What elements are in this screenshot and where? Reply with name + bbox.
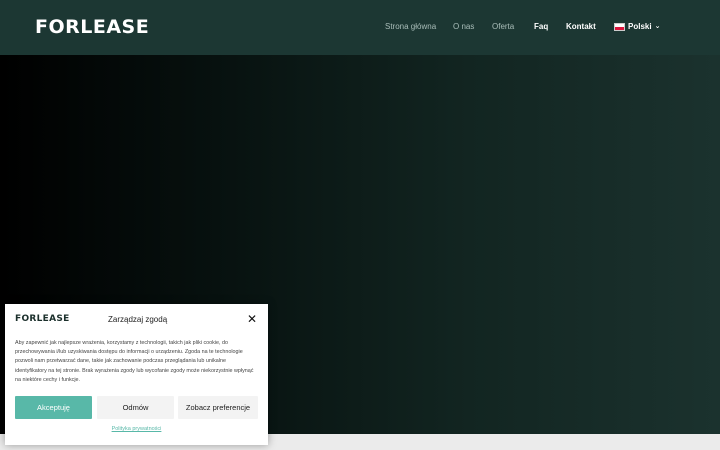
accept-button[interactable]: Akceptuję [15, 396, 92, 419]
close-icon[interactable]: ✕ [246, 313, 258, 325]
nav-item-about[interactable]: O nas [453, 20, 474, 34]
cookie-consent-dialog: FORLEASE Zarządzaj zgodą ✕ Aby zapewnić … [5, 304, 268, 445]
nav-item-faq[interactable]: Faq [534, 20, 548, 34]
consent-message: Aby zapewnić jak najlepsze wrażenia, kor… [15, 340, 254, 383]
main-nav: Strona główna O nas Oferta Faq Kontakt P… [0, 0, 720, 55]
nav-item-home[interactable]: Strona główna [385, 20, 436, 34]
language-switcher[interactable]: Polski ⌄ [614, 20, 660, 34]
consent-logo: FORLEASE [15, 314, 70, 324]
preferences-button[interactable]: Zobacz preferencje [178, 396, 258, 419]
nav-item-contact[interactable]: Kontakt [566, 20, 596, 34]
site-header: FORLEASE Strona główna O nas Oferta Faq … [0, 0, 720, 55]
language-label: Polski [628, 22, 652, 31]
chevron-down-icon: ⌄ [654, 23, 661, 30]
poland-flag-icon [614, 23, 625, 31]
consent-title: Zarządzaj zgodą [108, 315, 168, 324]
deny-button[interactable]: Odmów [97, 396, 174, 419]
nav-item-offer[interactable]: Oferta [492, 20, 514, 34]
privacy-policy-link[interactable]: Polityka prywatności [5, 426, 268, 432]
